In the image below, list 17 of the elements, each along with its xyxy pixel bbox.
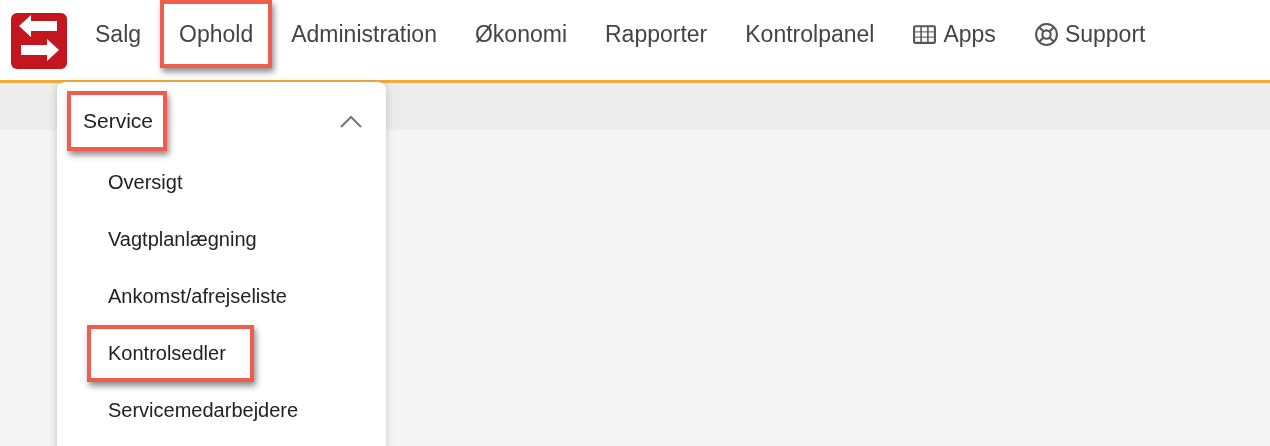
menu-item[interactable]: Vagtplanlægning: [87, 211, 285, 268]
nav-link[interactable]: Support: [1014, 0, 1165, 68]
menu-item[interactable]: Oversigt: [87, 154, 211, 211]
nav-link[interactable]: Rapporter: [586, 0, 727, 68]
menu-item[interactable]: Kontrolsedler: [87, 325, 254, 382]
lifebuoy-icon: [1033, 21, 1059, 47]
nav-link[interactable]: Administration: [272, 0, 456, 68]
nav-link[interactable]: Apps: [893, 0, 1015, 68]
logo-icon[interactable]: [11, 13, 67, 69]
nav-link[interactable]: Salg: [76, 0, 161, 68]
menu-item[interactable]: Servicemedarbejdere: [87, 382, 327, 439]
nav-link[interactable]: Ophold: [160, 0, 273, 68]
menu-section-header[interactable]: Service: [67, 91, 168, 151]
chevron-up-icon[interactable]: [340, 114, 362, 128]
nav-link[interactable]: Kontrolpanel: [726, 0, 894, 68]
menu-item[interactable]: Ankomst/afrejseliste: [87, 268, 315, 325]
nav-link[interactable]: Økonomi: [455, 0, 586, 68]
